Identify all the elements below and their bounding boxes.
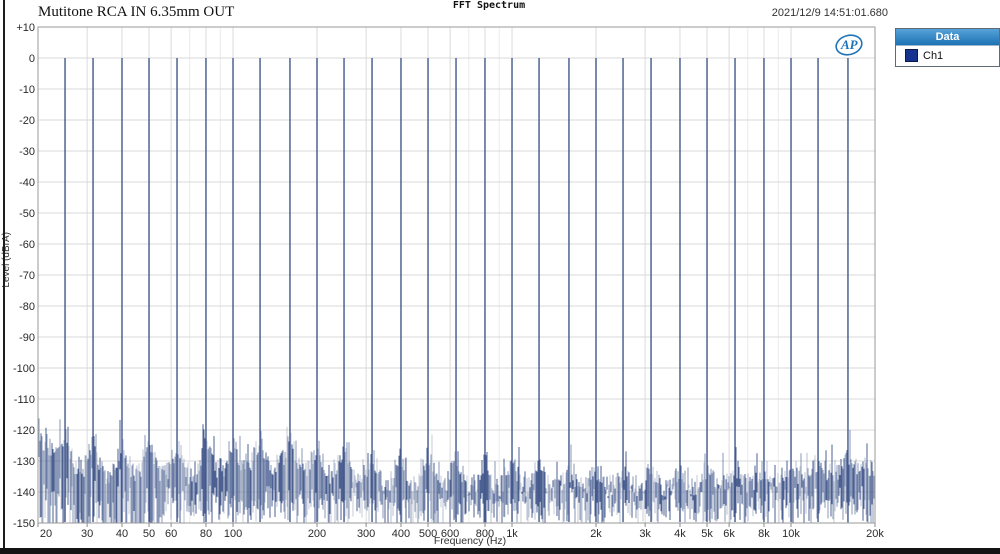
tone-spikes (64, 58, 849, 522)
legend-item-label: Ch1 (923, 49, 944, 62)
ap-logo-icon: AP (835, 34, 863, 56)
window-border-left (3, 0, 5, 549)
y-tick-label: -60 (19, 239, 35, 251)
x-axis-title: Frequency (Hz) (433, 535, 507, 547)
y-tick-label: -120 (13, 425, 35, 437)
y-tick-label: -140 (13, 487, 35, 499)
y-tick-label: -50 (19, 208, 35, 220)
ch1-color-swatch (905, 49, 918, 62)
y-tick-label: -20 (19, 115, 35, 127)
y-tick-label: -110 (14, 394, 35, 406)
legend-title: Data (896, 29, 999, 46)
y-tick-label: +10 (16, 22, 35, 34)
y-tick-label: -80 (19, 301, 35, 313)
y-tick-label: -70 (19, 270, 35, 282)
y-tick-label: -40 (19, 177, 35, 189)
window-border-bottom (0, 548, 1000, 554)
legend-item-ch1[interactable]: Ch1 (896, 46, 999, 66)
app-window: FFT Spectrum Mutitone RCA IN 6.35mm OUT … (0, 0, 1000, 554)
spectrum-plot[interactable]: 20 30 40 50 60 80 100 200 300 400 500 600 800 1k 2k 3k 4… (0, 0, 1000, 554)
y-tick-label: -100 (13, 363, 35, 375)
legend-panel: Data Ch1 (895, 28, 1000, 67)
y-tick-label: -150 (13, 518, 35, 530)
y-tick-label: -90 (19, 332, 35, 344)
svg-text:AP: AP (840, 37, 859, 52)
y-tick-label: -10 (19, 84, 35, 96)
y-tick-label: -30 (19, 146, 35, 158)
y-tick-label: -130 (13, 456, 35, 468)
y-tick-label: 0 (29, 53, 35, 65)
